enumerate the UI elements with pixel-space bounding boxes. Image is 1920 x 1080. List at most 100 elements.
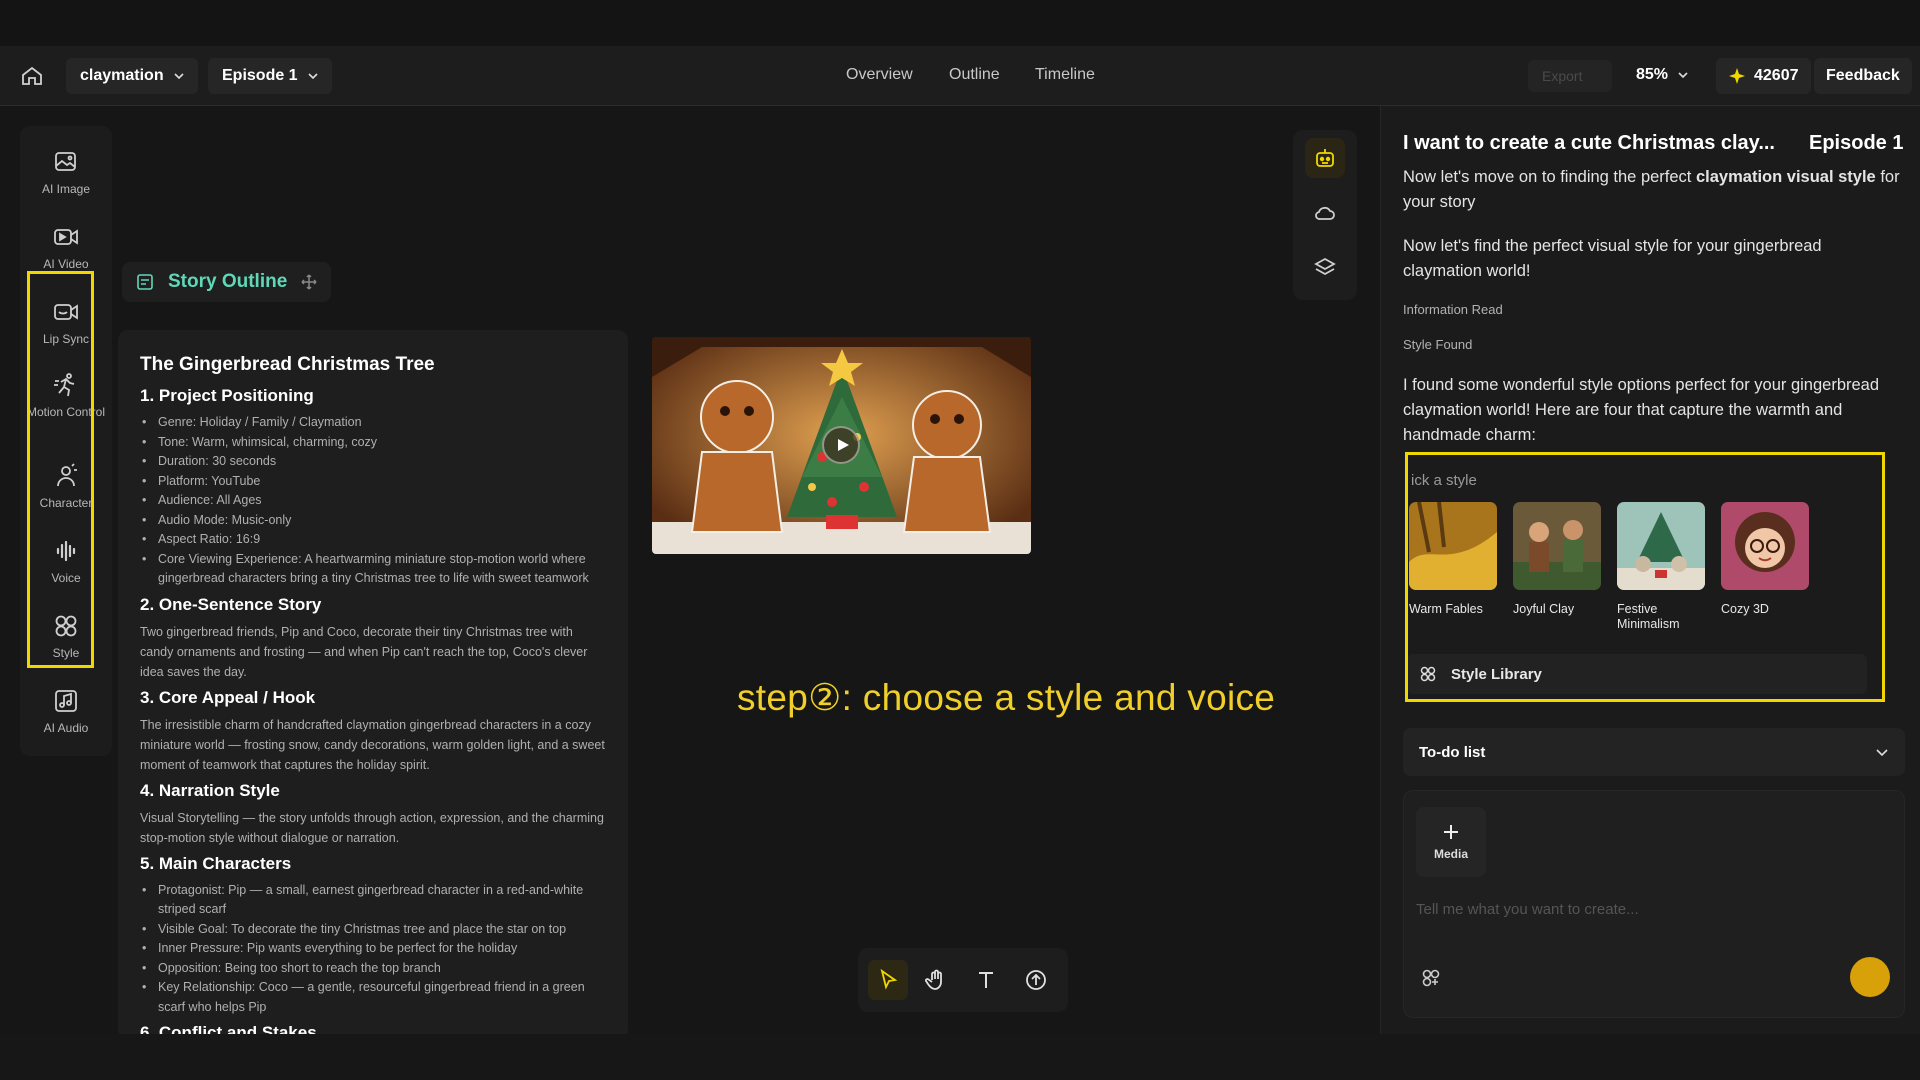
positioning-list: Genre: Holiday / Family / Claymation Ton… [140, 413, 606, 589]
text-tool[interactable] [966, 960, 1006, 1000]
list-item: Inner Pressure: Pip wants everything to … [140, 939, 606, 959]
outline-title: The Gingerbread Christmas Tree [140, 354, 435, 375]
style-card-warm-fables[interactable]: Warm Fables [1409, 502, 1497, 617]
style-card-cozy-3d[interactable]: Cozy 3D [1721, 502, 1809, 617]
style-settings-icon[interactable] [1420, 967, 1442, 989]
chat-input-box[interactable]: Media Tell me what you want to create... [1403, 790, 1905, 1018]
top-bar: claymation Episode 1 Overview Outline Ti… [0, 46, 1920, 106]
tool-ai-image[interactable]: AI Image [20, 148, 112, 197]
tool-style[interactable]: Style [20, 612, 112, 661]
msg-bold: claymation visual style [1695, 168, 1876, 186]
tab-outline[interactable]: Outline [949, 66, 1000, 84]
style-card-festive-minimalism[interactable]: Festive Minimalism [1617, 502, 1705, 632]
list-item: Core Viewing Experience: A heartwarming … [140, 550, 606, 589]
play-icon [837, 439, 849, 451]
style-card-joyful-clay[interactable]: Joyful Clay [1513, 502, 1601, 617]
chat-episode: Episode 1 [1809, 132, 1904, 154]
episode-dropdown[interactable]: Episode 1 [208, 58, 332, 94]
tool-character[interactable]: Character [20, 462, 112, 511]
style-library-button[interactable]: Style Library [1407, 654, 1867, 694]
send-button[interactable] [1850, 957, 1890, 997]
list-item: Aspect Ratio: 16:9 [140, 530, 606, 550]
tool-label: Motion Control [26, 405, 106, 419]
sparkle-icon [1729, 68, 1745, 84]
play-button[interactable] [822, 426, 860, 464]
pick-style-label: ick a style [1411, 472, 1477, 489]
chat-panel: I want to create a cute Christmas clay..… [1380, 106, 1920, 1034]
hand-tool[interactable] [916, 960, 956, 1000]
credits-count: 42607 [1754, 67, 1799, 84]
select-tool[interactable] [868, 960, 908, 1000]
status-style-found: Style Found [1403, 337, 1473, 352]
text-icon [979, 972, 993, 988]
section-heading: 2. One-Sentence Story [140, 594, 322, 614]
tool-motion-control[interactable]: Motion Control [20, 371, 112, 420]
chat-input-placeholder[interactable]: Tell me what you want to create... [1416, 901, 1639, 918]
tool-label: AI Image [41, 182, 91, 196]
hand-icon [925, 969, 942, 990]
outline-icon [137, 274, 153, 290]
style-thumbnail [1617, 502, 1705, 590]
chevron-down-icon [1876, 749, 1888, 757]
top-strip [0, 0, 1920, 46]
move-icon[interactable] [301, 274, 317, 290]
layers-button[interactable] [1305, 248, 1345, 288]
cloud-button[interactable] [1305, 193, 1345, 233]
section-heading: 4. Narration Style [140, 780, 280, 800]
tool-lip-sync[interactable]: Lip Sync [20, 298, 112, 347]
tool-label: AI Video [43, 257, 89, 271]
chevron-down-icon [308, 73, 318, 80]
feedback-button[interactable]: Feedback [1814, 58, 1912, 94]
bottom-strip [0, 1034, 1920, 1080]
tool-ai-video[interactable]: AI Video [20, 223, 112, 272]
section-text: The irresistible charm of handcrafted cl… [140, 717, 605, 772]
plus-icon [1444, 825, 1458, 839]
video-preview[interactable] [652, 337, 1031, 554]
export-button[interactable]: Export [1528, 60, 1612, 92]
list-item: Duration: 30 seconds [140, 452, 606, 472]
style-thumbnail [1409, 502, 1497, 590]
story-outline-header[interactable]: Story Outline [122, 262, 332, 302]
todo-list-toggle[interactable]: To-do list [1403, 728, 1905, 776]
character-icon [57, 463, 77, 487]
section-heading: 1. Project Positioning [140, 386, 314, 405]
media-button[interactable]: Media [1416, 807, 1486, 877]
project-name: claymation [80, 67, 164, 84]
tool-voice[interactable]: Voice [20, 537, 112, 586]
project-dropdown[interactable]: claymation [66, 58, 198, 94]
robot-icon [1316, 149, 1334, 167]
list-item: Audience: All Ages [140, 491, 606, 511]
episode-name: Episode 1 [222, 67, 298, 84]
credits-button[interactable]: 42607 [1716, 58, 1811, 94]
tool-ai-audio[interactable]: AI Audio [20, 687, 112, 736]
upload-tool[interactable] [1016, 960, 1056, 1000]
canvas-toolbar [858, 948, 1068, 1012]
chevron-down-icon [1678, 72, 1688, 79]
list-item: Protagonist: Pip — a small, earnest ging… [140, 881, 606, 920]
tab-overview[interactable]: Overview [846, 66, 913, 84]
home-icon[interactable] [20, 64, 44, 88]
style-library-icon [1420, 666, 1436, 682]
assistant-button[interactable] [1305, 138, 1345, 178]
zoom-dropdown[interactable]: 85% [1636, 66, 1688, 84]
lip-sync-icon [54, 304, 78, 320]
style-thumbnail [1721, 502, 1809, 590]
list-item: Opposition: Being too short to reach the… [140, 959, 606, 979]
media-label: Media [1433, 847, 1468, 861]
style-icon [55, 615, 77, 637]
list-item: Visible Goal: To decorate the tiny Chris… [140, 920, 606, 940]
upload-icon [1026, 970, 1046, 990]
chat-message: I found some wonderful style options per… [1403, 376, 1880, 444]
story-outline-label: Story Outline [168, 271, 288, 292]
chat-message: Now let's find the perfect visual style … [1403, 237, 1822, 280]
characters-list: Protagonist: Pip — a small, earnest ging… [140, 881, 606, 1018]
step-annotation: step②: choose a style and voice [737, 677, 1276, 718]
story-outline-document[interactable]: The Gingerbread Christmas Tree 1. Projec… [118, 330, 628, 1040]
app-window: claymation Episode 1 Overview Outline Ti… [0, 0, 1920, 1080]
tool-label: Voice [51, 571, 81, 585]
tab-timeline[interactable]: Timeline [1035, 66, 1095, 84]
list-item: Audio Mode: Music-only [140, 511, 606, 531]
tool-label: Lip Sync [42, 332, 90, 346]
style-name: Warm Fables [1409, 602, 1483, 616]
canvas-side-rail [1293, 130, 1357, 300]
